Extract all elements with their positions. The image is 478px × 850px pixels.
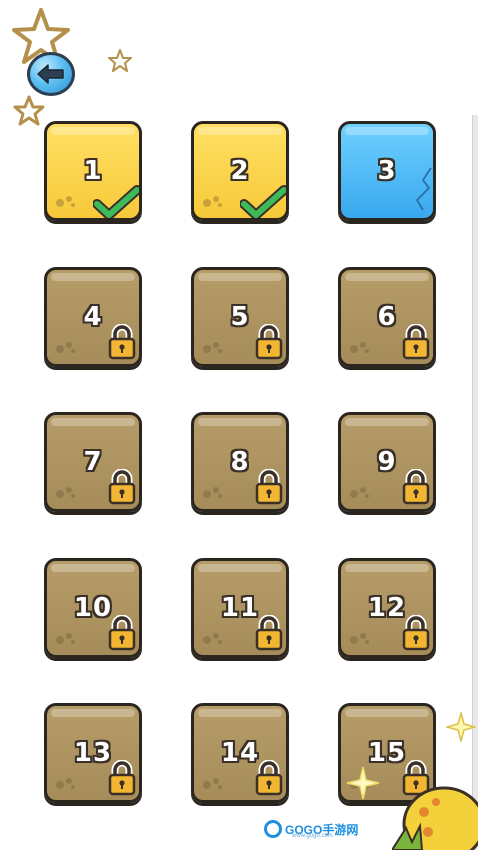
- lock-icon: [255, 469, 283, 505]
- level-number: 1: [83, 156, 103, 186]
- level-tile-6[interactable]: 6: [338, 267, 436, 367]
- level-number: 8: [230, 447, 250, 477]
- level-number: 7: [83, 447, 103, 477]
- check-icon: [93, 185, 139, 218]
- tile-highlight: [51, 564, 135, 572]
- tile-highlight: [198, 564, 282, 572]
- stone-texture: [350, 487, 369, 498]
- back-button[interactable]: [27, 52, 75, 96]
- stone-texture: [203, 342, 222, 353]
- lock-icon: [402, 615, 430, 651]
- level-tile-3[interactable]: 3: [338, 121, 436, 221]
- stone-texture: [203, 196, 222, 207]
- tile-highlight: [198, 127, 282, 135]
- level-tile-10[interactable]: 10: [44, 558, 142, 658]
- lock-icon: [402, 324, 430, 360]
- tile-highlight: [198, 273, 282, 281]
- watermark-domain: www.gogo.com: [292, 833, 333, 839]
- stone-texture: [56, 342, 75, 353]
- tile-highlight: [198, 709, 282, 717]
- logo-icon: [264, 820, 282, 838]
- stone-texture: [203, 633, 222, 644]
- stone-texture: [350, 633, 369, 644]
- level-tile-2[interactable]: 2: [191, 121, 289, 221]
- lock-icon: [108, 760, 136, 796]
- tile-highlight: [345, 273, 429, 281]
- level-number: 4: [83, 302, 103, 332]
- tile-highlight: [198, 418, 282, 426]
- lock-icon: [402, 469, 430, 505]
- tile-highlight: [51, 418, 135, 426]
- lock-icon: [108, 615, 136, 651]
- level-number: 2: [230, 156, 250, 186]
- level-tile-14[interactable]: 14: [191, 703, 289, 803]
- crack-decoration: [416, 167, 432, 211]
- level-tile-1[interactable]: 1: [44, 121, 142, 221]
- sparkle-icon: [446, 712, 476, 742]
- tile-highlight: [51, 273, 135, 281]
- level-tile-5[interactable]: 5: [191, 267, 289, 367]
- lock-icon: [255, 324, 283, 360]
- stone-texture: [56, 487, 75, 498]
- chick-mascot-icon: [392, 786, 478, 850]
- level-tile-11[interactable]: 11: [191, 558, 289, 658]
- stone-texture: [203, 487, 222, 498]
- level-tile-8[interactable]: 8: [191, 412, 289, 512]
- lock-icon: [108, 469, 136, 505]
- lock-icon: [255, 760, 283, 796]
- watermark-logo: GOGO手游网 www.gogo.com: [264, 818, 358, 840]
- tile-highlight: [345, 418, 429, 426]
- level-number: 6: [377, 302, 397, 332]
- tile-highlight: [345, 709, 429, 717]
- stone-texture: [56, 196, 75, 207]
- check-icon: [240, 185, 286, 218]
- lock-icon: [255, 615, 283, 651]
- back-arrow-icon: [37, 64, 64, 84]
- stone-texture: [203, 778, 222, 789]
- level-tile-13[interactable]: 13: [44, 703, 142, 803]
- tile-highlight: [51, 127, 135, 135]
- tile-highlight: [345, 127, 429, 135]
- tile-highlight: [51, 709, 135, 717]
- level-number: 5: [230, 302, 250, 332]
- star-icon: [108, 49, 132, 72]
- stone-texture: [56, 633, 75, 644]
- stone-texture: [56, 778, 75, 789]
- level-tile-7[interactable]: 7: [44, 412, 142, 512]
- level-tile-4[interactable]: 4: [44, 267, 142, 367]
- star-icon: [13, 95, 45, 126]
- sparkle-icon: [346, 766, 380, 800]
- tile-highlight: [345, 564, 429, 572]
- lock-icon: [108, 324, 136, 360]
- level-number: 9: [377, 447, 397, 477]
- level-tile-9[interactable]: 9: [338, 412, 436, 512]
- level-tile-12[interactable]: 12: [338, 558, 436, 658]
- stone-texture: [350, 342, 369, 353]
